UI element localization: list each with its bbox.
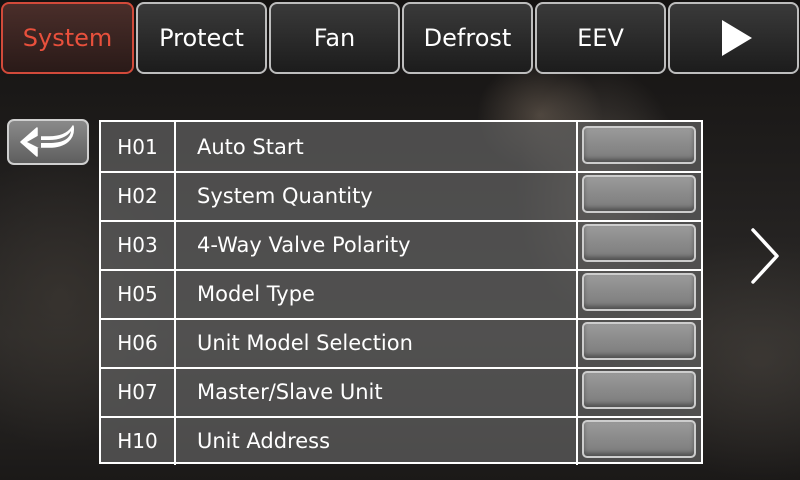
play-icon [721, 20, 752, 56]
param-label: 4-Way Valve Polarity [197, 232, 411, 257]
param-label: Unit Model Selection [197, 330, 413, 355]
tab-bar: System Protect Fan Defrost EEV [0, 0, 800, 76]
param-value-button[interactable] [582, 273, 696, 311]
param-label: Auto Start [197, 134, 304, 159]
tab-protect[interactable]: Protect [136, 2, 267, 74]
tab-label: EEV [577, 24, 624, 52]
param-code: H10 [101, 416, 176, 465]
table-row: H01 Auto Start [101, 122, 701, 173]
table-row: H06 Unit Model Selection [101, 318, 701, 369]
param-value-button[interactable] [582, 371, 696, 409]
param-value-button[interactable] [582, 175, 696, 213]
param-code: H02 [101, 171, 176, 220]
param-code: H03 [101, 220, 176, 269]
param-value-cell [576, 416, 703, 465]
tab-system[interactable]: System [1, 2, 134, 74]
param-label: Unit Address [197, 428, 331, 453]
param-value-cell [576, 367, 703, 416]
next-tabs-button[interactable] [668, 2, 799, 74]
param-code: H05 [101, 269, 176, 318]
param-label: Master/Slave Unit [197, 379, 383, 404]
return-arrow-icon [20, 125, 74, 157]
tab-defrost[interactable]: Defrost [402, 2, 533, 74]
tab-label: Protect [159, 24, 244, 52]
table-row: H07 Master/Slave Unit [101, 367, 701, 418]
param-code: H07 [101, 367, 176, 416]
back-button[interactable] [7, 119, 89, 165]
param-value-cell [576, 122, 703, 171]
next-page-button[interactable] [745, 226, 785, 286]
param-value-cell [576, 269, 703, 318]
param-label: System Quantity [197, 183, 373, 208]
param-value-button[interactable] [582, 224, 696, 262]
table-row: H02 System Quantity [101, 171, 701, 222]
tab-label: Defrost [423, 24, 512, 52]
param-value-button[interactable] [582, 126, 696, 164]
param-code: H06 [101, 318, 176, 367]
parameter-table: H01 Auto Start H02 System Quantity H03 4… [99, 120, 703, 465]
table-row: H03 4-Way Valve Polarity [101, 220, 701, 271]
tab-label: Fan [313, 24, 356, 52]
param-value-button[interactable] [582, 420, 696, 458]
param-value-cell [576, 318, 703, 367]
param-value-cell [576, 171, 703, 220]
param-value-cell [576, 220, 703, 269]
tab-eev[interactable]: EEV [535, 2, 666, 74]
tab-label: System [22, 24, 113, 52]
table-row: H10 Unit Address [101, 416, 701, 465]
param-label: Model Type [197, 281, 315, 306]
param-code: H01 [101, 122, 176, 171]
chevron-right-icon [751, 228, 779, 284]
tab-fan[interactable]: Fan [269, 2, 400, 74]
table-row: H05 Model Type [101, 269, 701, 320]
param-value-button[interactable] [582, 322, 696, 360]
